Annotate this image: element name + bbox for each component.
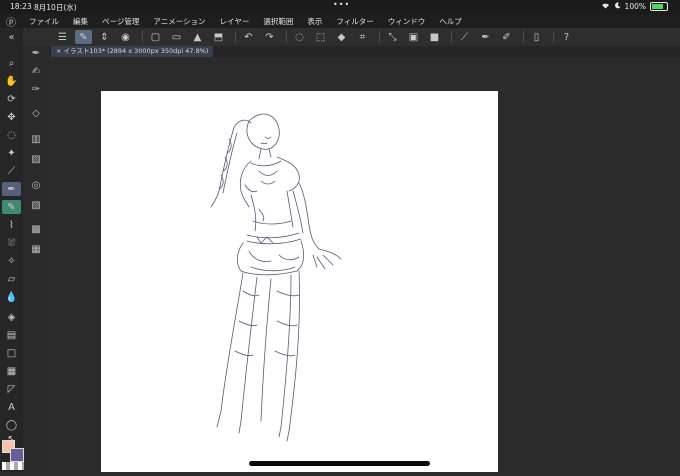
figure-icon[interactable]: □ <box>2 346 21 360</box>
balloon-icon[interactable]: ◯ <box>2 418 21 432</box>
transparent-color-swatch[interactable] <box>2 462 24 470</box>
app-logo-icon[interactable]: ⓟ <box>0 14 22 29</box>
status-date: 8月10日(水) <box>34 3 77 12</box>
magic-wand-icon[interactable]: ✦ <box>2 146 21 160</box>
close-icon[interactable]: × <box>56 47 64 55</box>
lasso-icon[interactable]: ◌ <box>291 30 308 44</box>
layer-fill-icon[interactable]: ■ <box>426 30 443 44</box>
pen-tool-icon[interactable]: ✒ <box>2 182 21 196</box>
divider <box>286 31 287 43</box>
color-set-icon[interactable]: ▩ <box>27 222 45 236</box>
eyedropper-icon[interactable]: ⟋ <box>2 164 21 178</box>
gradient-icon[interactable]: ▤ <box>2 328 21 342</box>
navigator-icon[interactable]: ◎ <box>27 178 45 192</box>
deselect-icon[interactable]: ⬚ <box>312 30 329 44</box>
menu-view[interactable]: 表示 <box>300 16 329 27</box>
color-wheel-icon[interactable]: ▦ <box>27 242 45 256</box>
menu-edit[interactable]: 編集 <box>66 16 95 27</box>
ruler-icon[interactable]: ⟋ <box>456 30 473 44</box>
crop-icon[interactable]: ⌗ <box>354 30 371 44</box>
eye-icon[interactable]: ◉ <box>117 30 134 44</box>
pencil-icon[interactable]: ✐ <box>498 30 515 44</box>
decoration-icon[interactable]: ✧ <box>2 254 21 268</box>
tab-document[interactable]: × イラスト103* (2894 x 3000px 350dpi 47.8%) <box>51 46 214 57</box>
menu-animation[interactable]: アニメーション <box>146 16 212 27</box>
ruler-tool-icon[interactable]: ◸ <box>2 382 21 396</box>
pen-icon[interactable]: ✒ <box>477 30 494 44</box>
menu-selection[interactable]: 選択範囲 <box>256 16 300 27</box>
zoom-icon[interactable]: ⌕ <box>2 56 21 70</box>
divider <box>553 31 554 43</box>
divider <box>235 31 236 43</box>
command-bar: ☰ ✎ ⇕ ◉ ▢ ▭ ▲ ⬒ ↶ ↷ ◌ ⬚ ◆ ⌗ ⤡ ▣ ■ ⟋ ✒ ✐ … <box>0 28 680 46</box>
device-icon[interactable]: ▯ <box>528 30 545 44</box>
transform-icon[interactable]: ⤡ <box>384 30 401 44</box>
airbrush-icon[interactable]: ⛆ <box>2 236 21 250</box>
save-icon[interactable]: ▲ <box>189 30 206 44</box>
status-bar: 18:23 8月10日(水) ••• 100% <box>0 0 680 14</box>
menu-icon[interactable]: ☰ <box>54 30 71 44</box>
sub-tool-strip: ✒ ✍ ✑ ◇ ▥ ▨ ◎ ▧ ▩ ▦ <box>23 46 50 472</box>
sketch-drawing <box>210 113 342 442</box>
divider <box>523 31 524 43</box>
status-right: 100% <box>601 2 668 11</box>
layers-icon[interactable]: ◇ <box>27 106 45 120</box>
fill-tool-icon[interactable]: ◈ <box>2 310 21 324</box>
menu-help[interactable]: ヘルプ <box>432 16 469 27</box>
color-history-icon[interactable]: ▧ <box>27 198 45 212</box>
hand-icon[interactable]: ✋ <box>2 74 21 88</box>
brush-tool-icon[interactable]: ⌇ <box>2 218 21 232</box>
multitasking-dots[interactable]: ••• <box>333 0 350 9</box>
blend-icon[interactable]: 💧 <box>2 290 21 304</box>
battery-percent: 100% <box>624 2 646 11</box>
menu-layer[interactable]: レイヤー <box>213 16 257 27</box>
canvas-paper[interactable] <box>101 91 498 472</box>
redo-icon[interactable]: ↷ <box>261 30 278 44</box>
new-file-icon[interactable]: ▢ <box>147 30 164 44</box>
tool-palette: « ⌕ ✋ ⟳ ✥ ◌ ✦ ⟋ ✒ ✎ ⌇ ⛆ ✧ ▱ 💧 ◈ ▤ □ ▦ ◸ … <box>0 28 23 472</box>
menu-file[interactable]: ファイル <box>22 16 66 27</box>
open-folder-icon[interactable]: ▭ <box>168 30 185 44</box>
undo-icon[interactable]: ↶ <box>240 30 257 44</box>
divider <box>451 31 452 43</box>
mask-icon[interactable]: ▣ <box>405 30 422 44</box>
selection-icon[interactable]: ◌ <box>2 128 21 142</box>
move-icon[interactable]: ✥ <box>2 110 21 124</box>
battery-icon <box>650 2 668 11</box>
status-time: 18:23 <box>10 2 32 11</box>
tab-title: イラスト103* (2894 x 3000px 350dpi 47.8%) <box>63 47 209 55</box>
moon-icon <box>614 2 621 11</box>
sub-color-swatch[interactable] <box>10 448 24 462</box>
help-icon[interactable]: ? <box>558 30 575 44</box>
home-indicator[interactable] <box>249 461 430 466</box>
frame-icon[interactable]: ▦ <box>2 364 21 378</box>
rotate-icon[interactable]: ⟳ <box>2 92 21 106</box>
document-tab-bar: × イラスト103* (2894 x 3000px 350dpi 47.8%) <box>49 46 680 57</box>
subtool-brush-icon[interactable]: ✍ <box>27 64 45 78</box>
menu-window[interactable]: ウィンドウ <box>381 16 433 27</box>
export-icon[interactable]: ⬒ <box>210 30 227 44</box>
menu-bar: ⓟ ファイル 編集 ページ管理 アニメーション レイヤー 選択範囲 表示 フィル… <box>0 14 680 29</box>
menu-filter[interactable]: フィルター <box>329 16 380 27</box>
text-icon[interactable]: A <box>2 400 21 414</box>
chevron-updown-icon[interactable]: ⇕ <box>96 30 113 44</box>
divider <box>379 31 380 43</box>
brush-settings-icon[interactable]: ✎ <box>75 30 92 44</box>
color-swatches[interactable] <box>2 440 24 472</box>
wifi-icon <box>601 2 610 11</box>
layer-property-icon[interactable]: ▥ <box>27 132 45 146</box>
eraser-icon[interactable]: ▱ <box>2 272 21 286</box>
divider <box>142 31 143 43</box>
subtool-marker-icon[interactable]: ✑ <box>27 82 45 96</box>
subtool-pen-icon[interactable]: ✒ <box>27 46 45 60</box>
collapse-icon[interactable]: « <box>2 30 21 44</box>
pencil-tool-icon[interactable]: ✎ <box>2 200 21 214</box>
menu-page[interactable]: ページ管理 <box>95 16 146 27</box>
material-icon[interactable]: ▨ <box>27 152 45 166</box>
fill-icon[interactable]: ◆ <box>333 30 350 44</box>
